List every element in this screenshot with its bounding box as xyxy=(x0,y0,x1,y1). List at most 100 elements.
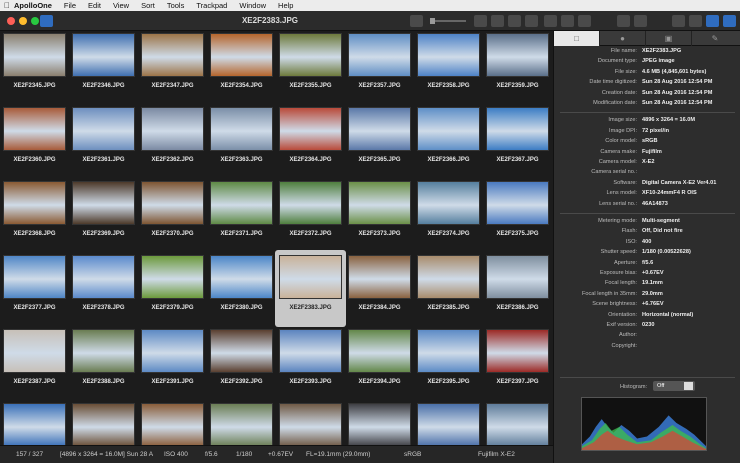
thumbnail-cell[interactable]: XE2F2378.JPG xyxy=(69,253,138,327)
sidebar-right-toggle-icon[interactable] xyxy=(723,15,736,27)
thumbnail-size-slider[interactable] xyxy=(430,18,466,24)
thumbnail-image[interactable] xyxy=(348,33,411,77)
thumbnail-image[interactable] xyxy=(279,329,342,373)
thumbnail-image[interactable] xyxy=(279,33,342,77)
thumbnail-cell[interactable]: XE2F2366.JPG xyxy=(414,105,483,179)
thumbnail-image[interactable] xyxy=(210,255,273,299)
thumbnail-cell[interactable]: XE2F2384.JPG xyxy=(345,253,414,327)
thumbnail-cell[interactable]: XE2F2362.JPG xyxy=(138,105,207,179)
thumbnail-cell[interactable] xyxy=(345,401,414,445)
app-menu[interactable]: ApolloOne xyxy=(14,1,52,10)
thumbnail-image[interactable] xyxy=(141,255,204,299)
tab-image-info[interactable]: ▣ xyxy=(646,31,692,46)
thumbnail-image[interactable] xyxy=(486,329,549,373)
rotate-right-icon[interactable] xyxy=(491,15,504,27)
thumbnail-cell[interactable]: XE2F2360.JPG xyxy=(0,105,69,179)
thumbnail-image[interactable] xyxy=(3,107,66,151)
thumbnail-image[interactable] xyxy=(279,255,342,299)
thumbnail-cell[interactable]: XE2F2368.JPG xyxy=(0,179,69,253)
thumbnail-image[interactable] xyxy=(3,403,66,445)
thumbnail-cell[interactable]: XE2F2346.JPG xyxy=(69,31,138,105)
thumbnail-image[interactable] xyxy=(72,329,135,373)
thumbnail-cell[interactable]: XE2F2380.JPG xyxy=(207,253,276,327)
thumbnail-image[interactable] xyxy=(486,107,549,151)
thumbnail-cell[interactable] xyxy=(138,401,207,445)
thumbnail-cell[interactable]: XE2F2375.JPG xyxy=(483,179,552,253)
thumbnail-cell[interactable]: XE2F2392.JPG xyxy=(207,327,276,401)
thumbnail-image[interactable] xyxy=(348,181,411,225)
menu-view[interactable]: View xyxy=(113,1,129,10)
thumbnail-cell[interactable]: XE2F2385.JPG xyxy=(414,253,483,327)
minimize-window-button[interactable] xyxy=(19,17,27,25)
thumbnail-cell[interactable]: XE2F2370.JPG xyxy=(138,179,207,253)
sidebar-left-toggle-icon[interactable] xyxy=(706,15,719,27)
thumbnail-image[interactable] xyxy=(486,181,549,225)
zoom-window-button[interactable] xyxy=(31,17,39,25)
thumbnail-image[interactable] xyxy=(210,329,273,373)
thumbnail-cell[interactable]: XE2F2347.JPG xyxy=(138,31,207,105)
thumbnail-image[interactable] xyxy=(486,255,549,299)
thumbnail-cell[interactable]: XE2F2374.JPG xyxy=(414,179,483,253)
menu-help[interactable]: Help xyxy=(278,1,293,10)
thumbnail-image[interactable] xyxy=(348,255,411,299)
thumbnail-image[interactable] xyxy=(210,33,273,77)
share-icon[interactable] xyxy=(672,15,685,27)
thumbnail-image[interactable] xyxy=(486,403,549,445)
menu-window[interactable]: Window xyxy=(239,1,266,10)
thumbnail-image[interactable] xyxy=(348,329,411,373)
thumbnail-cell[interactable]: XE2F2395.JPG xyxy=(414,327,483,401)
thumbnail-image[interactable] xyxy=(72,255,135,299)
thumbnail-cell[interactable]: XE2F2369.JPG xyxy=(69,179,138,253)
thumbnail-cell[interactable]: XE2F2377.JPG xyxy=(0,253,69,327)
thumbnail-image[interactable] xyxy=(417,181,480,225)
thumbnail-cell[interactable]: XE2F2359.JPG xyxy=(483,31,552,105)
thumbnail-image[interactable] xyxy=(210,107,273,151)
thumbnail-cell[interactable]: XE2F2354.JPG xyxy=(207,31,276,105)
rotate-left-icon[interactable] xyxy=(474,15,487,27)
thumbnail-image[interactable] xyxy=(3,255,66,299)
histogram-toggle[interactable]: Off xyxy=(653,381,695,391)
thumbnail-image[interactable] xyxy=(72,107,135,151)
thumbnail-image[interactable] xyxy=(210,181,273,225)
menu-tools[interactable]: Tools xyxy=(167,1,185,10)
thumbnail-cell[interactable]: XE2F2391.JPG xyxy=(138,327,207,401)
thumbnail-image[interactable] xyxy=(417,329,480,373)
thumbnail-image[interactable] xyxy=(72,33,135,77)
thumbnail-image[interactable] xyxy=(417,403,480,445)
thumbnail-image[interactable] xyxy=(417,107,480,151)
thumbnail-cell[interactable]: XE2F2386.JPG xyxy=(483,253,552,327)
thumbnail-image[interactable] xyxy=(279,181,342,225)
thumbnail-cell[interactable]: XE2F2388.JPG xyxy=(69,327,138,401)
tab-file-info[interactable]: □ xyxy=(554,31,600,46)
thumbnail-cell[interactable]: XE2F2365.JPG xyxy=(345,105,414,179)
thumbnail-image[interactable] xyxy=(3,181,66,225)
slideshow-icon[interactable] xyxy=(525,15,538,27)
thumbnail-image[interactable] xyxy=(141,329,204,373)
thumbnail-cell[interactable]: XE2F2364.JPG xyxy=(276,105,345,179)
copy-icon[interactable] xyxy=(544,15,557,27)
thumbnail-image[interactable] xyxy=(417,33,480,77)
thumbnail-cell[interactable]: XE2F2397.JPG xyxy=(483,327,552,401)
thumbnail-image[interactable] xyxy=(210,403,273,445)
thumbnail-cell[interactable]: XE2F2383.JPG xyxy=(275,250,346,327)
thumbnail-cell[interactable]: XE2F2371.JPG xyxy=(207,179,276,253)
thumbnail-cell[interactable] xyxy=(483,401,552,445)
thumbnail-image[interactable] xyxy=(3,329,66,373)
thumbnail-cell[interactable] xyxy=(207,401,276,445)
thumbnail-cell[interactable]: XE2F2372.JPG xyxy=(276,179,345,253)
thumbnail-image[interactable] xyxy=(348,403,411,445)
flip-icon[interactable] xyxy=(508,15,521,27)
export-icon[interactable] xyxy=(689,15,702,27)
menu-edit[interactable]: Edit xyxy=(88,1,101,10)
fullscreen-icon[interactable] xyxy=(410,15,423,27)
tab-notes[interactable]: ✎ xyxy=(692,31,738,46)
thumbnail-cell[interactable]: XE2F2387.JPG xyxy=(0,327,69,401)
thumbnail-image[interactable] xyxy=(141,181,204,225)
thumbnail-cell[interactable]: XE2F2357.JPG xyxy=(345,31,414,105)
menu-sort[interactable]: Sort xyxy=(141,1,155,10)
thumbnail-cell[interactable] xyxy=(276,401,345,445)
thumbnail-image[interactable] xyxy=(279,403,342,445)
info-icon[interactable] xyxy=(634,15,647,27)
trash-icon[interactable] xyxy=(617,15,630,27)
thumbnail-cell[interactable] xyxy=(414,401,483,445)
